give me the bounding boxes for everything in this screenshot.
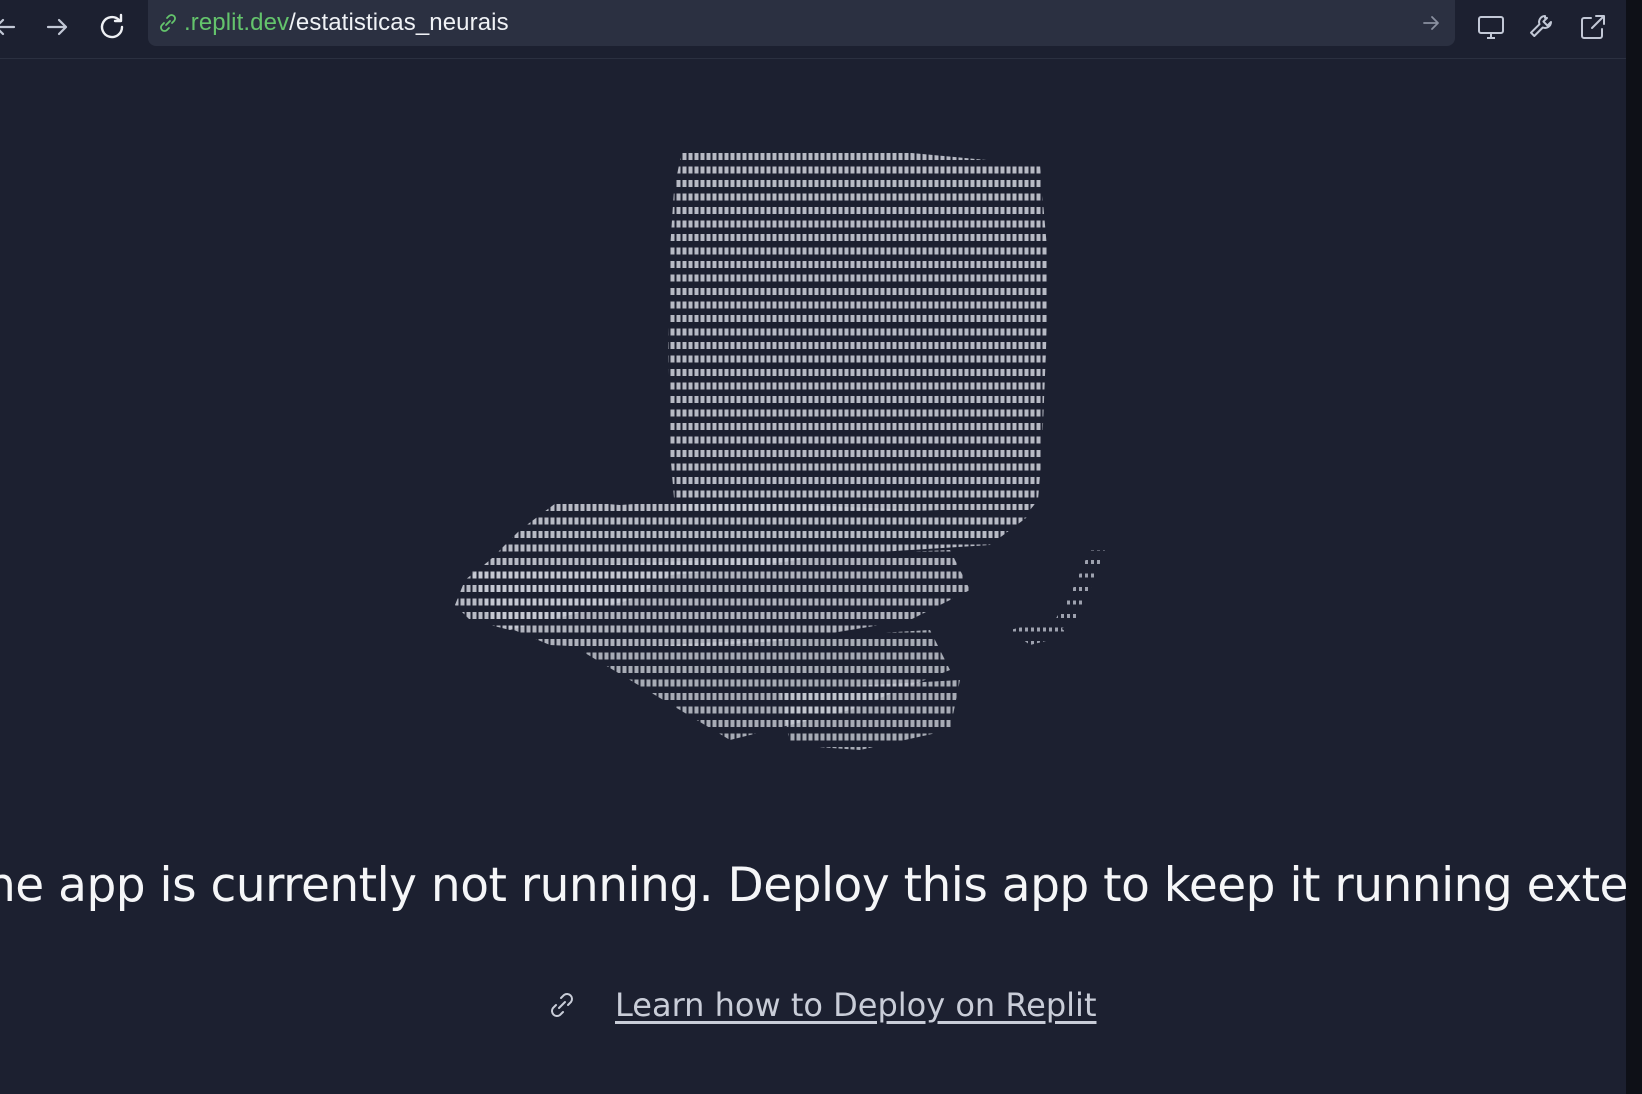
- open-external-button[interactable]: [1574, 8, 1612, 46]
- arrow-right-icon: [1423, 16, 1439, 30]
- browser-toolbar: .replit.dev/estatisticas_neurais: [0, 0, 1626, 59]
- arrow-right-icon: [46, 18, 68, 36]
- window-edge: [1626, 0, 1642, 1094]
- page: .replit.dev/estatisticas_neurais he app …: [0, 0, 1642, 1094]
- message-text: he app is currently not running. Deploy …: [0, 858, 1626, 913]
- url-path: /estatisticas_neurais: [289, 9, 509, 36]
- learn-deploy-link[interactable]: Learn how to Deploy on Replit: [615, 986, 1096, 1024]
- forward-button[interactable]: [38, 8, 76, 46]
- ascii-art-cup: [430, 150, 1190, 790]
- url-text[interactable]: .replit.dev/estatisticas_neurais: [184, 9, 509, 37]
- reload-icon: [100, 13, 124, 39]
- link-icon: [545, 988, 579, 1022]
- monitor-icon: [1478, 16, 1504, 39]
- devtools-button[interactable]: [1523, 8, 1561, 46]
- go-button[interactable]: [1417, 9, 1445, 37]
- address-bar[interactable]: .replit.dev/estatisticas_neurais: [148, 0, 1455, 46]
- reload-button[interactable]: [93, 8, 131, 46]
- devices-button[interactable]: [1472, 8, 1510, 46]
- wrench-icon: [1530, 15, 1552, 37]
- learn-row: Learn how to Deploy on Replit: [545, 983, 1096, 1027]
- arrow-left-icon: [0, 18, 16, 36]
- back-button[interactable]: [0, 8, 24, 46]
- url-host: .replit.dev: [184, 9, 290, 36]
- link-icon: [156, 11, 180, 35]
- not-running-message: he app is currently not running. Deploy …: [0, 858, 1626, 922]
- cup-illustration: [455, 150, 1105, 750]
- external-link-icon: [1581, 15, 1605, 39]
